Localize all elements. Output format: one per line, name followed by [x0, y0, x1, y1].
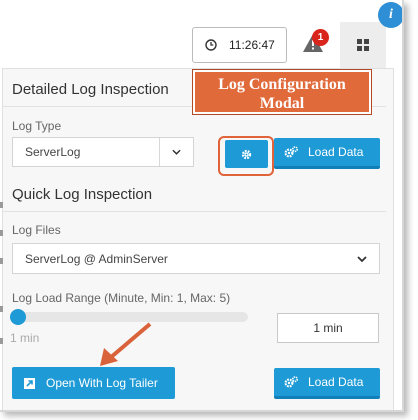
gears-icon [274, 376, 308, 388]
log-files-label: Log Files [12, 223, 61, 237]
detailed-section-title: Detailed Log Inspection [12, 81, 169, 98]
quick-load-data-button[interactable]: Load Data [274, 368, 380, 399]
left-edge-marks [0, 100, 4, 400]
open-with-log-tailer-label: Open With Log Tailer [46, 376, 158, 390]
detailed-load-data-label: Load Data [308, 145, 364, 159]
quick-section-title: Quick Log Inspection [12, 186, 153, 203]
range-value-input[interactable]: 1 min [277, 313, 379, 343]
clock-display: 11:26:47 [192, 27, 287, 63]
detailed-load-data-button[interactable]: Load Data [274, 138, 380, 169]
log-configuration-modal-callout: Log Configuration Modal [193, 70, 371, 114]
grid-icon [357, 39, 369, 51]
slider-handle[interactable] [10, 309, 26, 325]
log-viewer-window: 11:26:47 1 i Detailed Log Inspection Log… [0, 0, 404, 412]
grid-menu-button[interactable] [340, 22, 386, 68]
slider-min-label: 1 min [10, 331, 40, 345]
external-link-icon [12, 377, 46, 389]
callout-line-1: Log Configuration [218, 76, 346, 93]
log-type-value: ServerLog [25, 145, 81, 159]
callout-line-2: Modal [259, 95, 305, 112]
range-label: Log Load Range (Minute, Min: 1, Max: 5) [12, 291, 231, 305]
info-icon[interactable]: i [378, 2, 402, 28]
top-bar: 11:26:47 1 i [0, 0, 402, 68]
quick-load-data-label: Load Data [308, 375, 364, 389]
configuration-highlight-box [218, 136, 274, 176]
log-files-select[interactable]: ServerLog @ AdminServer [12, 243, 380, 274]
arrow-annotation [100, 322, 152, 366]
log-type-label: Log Type [12, 119, 62, 133]
log-files-value: ServerLog @ AdminServer [25, 251, 168, 266]
log-type-select[interactable]: ServerLog [12, 137, 194, 167]
chevron-down-icon [345, 244, 379, 273]
alert-count-badge: 1 [312, 29, 329, 46]
divider [2, 211, 386, 212]
chevron-down-icon [159, 138, 193, 166]
gears-icon [274, 146, 308, 158]
clock-icon [205, 39, 217, 51]
clock-time: 11:26:47 [229, 38, 275, 52]
open-with-log-tailer-button[interactable]: Open With Log Tailer [12, 367, 175, 399]
